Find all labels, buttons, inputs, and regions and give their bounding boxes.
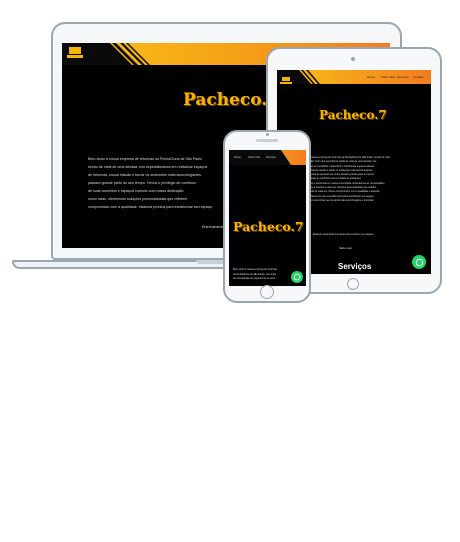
services-heading: Serviços	[338, 262, 372, 271]
site-logo[interactable]	[280, 73, 292, 84]
hero-paragraph: Bem-vindo à nossa empresa de reformas na…	[233, 268, 277, 282]
whatsapp-icon[interactable]	[412, 255, 426, 269]
nav-services[interactable]: Serviços	[266, 156, 276, 159]
nav-home[interactable]: Home	[234, 156, 241, 159]
phone-speaker	[256, 139, 278, 142]
whatsapp-icon[interactable]	[291, 271, 303, 283]
tablet-home-button[interactable]	[347, 278, 359, 290]
phone-screen: Home Sobre Nós Serviços Pacheco.7 Bem-vi…	[229, 150, 306, 286]
paragraph-line: Bem-vindo à nossa empresa de reformas	[233, 268, 277, 271]
nav-about[interactable]: Sobre Nós	[381, 75, 395, 79]
saiba-mais-link[interactable]: Saiba mais	[339, 247, 352, 250]
hero-title: Pacheco.7	[319, 108, 387, 122]
phone-home-button[interactable]	[260, 285, 274, 299]
tablet-camera	[351, 57, 355, 61]
paragraph-line: de uma década de experiência no ramo	[233, 277, 276, 280]
hero-title: Pacheco.7	[183, 90, 280, 110]
nav-contact[interactable]: Contato	[413, 75, 424, 79]
nav-services[interactable]: Serviços	[397, 75, 409, 79]
nav-home[interactable]: Home	[367, 75, 375, 79]
nav-about[interactable]: Sobre Nós	[248, 156, 260, 159]
site-logo[interactable]	[66, 46, 84, 61]
hero-title: Pacheco.7	[233, 219, 304, 234]
cta-text: Estamos esperando sua visita para conhec…	[313, 233, 374, 236]
phone-camera	[266, 133, 269, 136]
hero-footer-text: Entrenamento	[202, 225, 225, 229]
